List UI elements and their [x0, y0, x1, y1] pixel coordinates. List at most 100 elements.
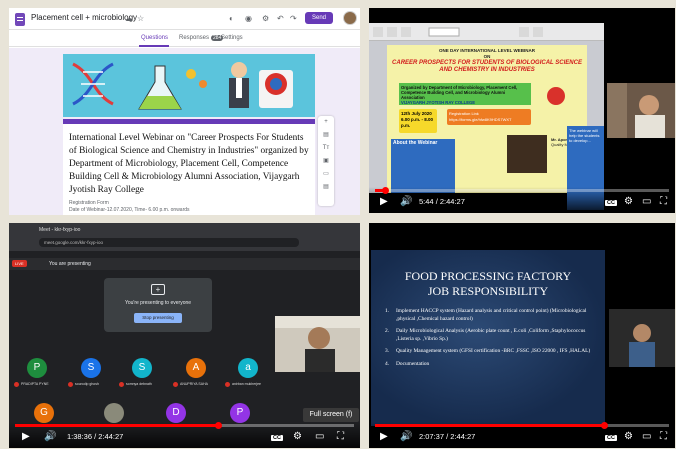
settings-gear-icon[interactable]: ⚙	[293, 431, 302, 442]
tab-responses[interactable]: Responses 284	[179, 35, 224, 41]
folder-icon[interactable]: ☁	[125, 14, 133, 23]
play-icon[interactable]: ▶	[22, 431, 30, 442]
list-item: 3. Quality Management system (GFSI certif…	[385, 348, 595, 356]
send-button[interactable]: Send	[305, 12, 333, 24]
pdf-date-box: 12th July 2020 6.00 p.m. - 8.00 p.m.	[399, 109, 437, 133]
browser-tab[interactable]: Meet - kkr-fxyp-ioo	[39, 227, 80, 236]
progress-handle[interactable]	[601, 422, 608, 429]
fullscreen-tooltip: Full screen (f)	[303, 408, 359, 422]
google-form-panel: Placement cell + microbiology ☁ ☆ ◐ ◉ ⚙ …	[9, 8, 360, 215]
miniplayer-icon[interactable]: ▭	[642, 431, 651, 442]
active-tab-indicator	[139, 45, 169, 47]
muted-mic-icon	[68, 382, 73, 387]
video-progress-bar[interactable]	[375, 187, 669, 194]
cc-icon[interactable]: CC	[605, 200, 617, 206]
pdf-reg-url: https://forms.gle/hfw8K9HDS7WXT	[449, 117, 512, 122]
presenter-webcam	[275, 316, 360, 372]
pdf-organizer-text: Organized by Department of Microbiology,…	[401, 85, 518, 100]
volume-icon[interactable]: 🔊	[400, 196, 412, 207]
slide-title: FOOD PROCESSING FACTORY JOB RESPONSIBILI…	[371, 269, 605, 299]
miniplayer-icon[interactable]: ▭	[315, 431, 324, 442]
form-body: International Level Webinar on "Career P…	[9, 48, 360, 215]
palette-icon[interactable]: ◐	[229, 14, 234, 23]
form-title[interactable]: Placement cell + microbiology	[31, 13, 137, 22]
cc-icon[interactable]: CC	[605, 435, 617, 441]
volume-icon[interactable]: 🔊	[400, 431, 412, 442]
responsibility-list: 1. Implement HACCP system (Hazard analysi…	[385, 308, 595, 373]
video-progress-bar[interactable]	[375, 422, 669, 429]
participant-name: sourodip ghosh	[75, 382, 99, 386]
undo-icon[interactable]: ↶	[277, 14, 284, 23]
meet-top-bar: LIVE You are presenting	[9, 258, 360, 270]
progress-handle[interactable]	[215, 422, 222, 429]
pdf-organizer: Organized by Department of Microbiology,…	[399, 83, 531, 105]
play-icon[interactable]: ▶	[380, 431, 388, 442]
slide-video-panel[interactable]: FOOD PROCESSING FACTORY JOB RESPONSIBILI…	[369, 223, 675, 448]
pdf-about-box: About the Webinar	[391, 139, 455, 193]
participant-avatar: G	[34, 403, 54, 423]
form-meta-line2: Date of Webinar-12.07.2020, Time- 6.00 p…	[69, 207, 190, 213]
tab-questions[interactable]: Questions	[141, 35, 168, 41]
form-side-toolbar: + ▤ Tт ▣ ▭ ▤	[318, 116, 334, 206]
volume-icon[interactable]: 🔊	[44, 431, 56, 442]
pdf-toolbar	[369, 23, 604, 41]
star-icon[interactable]: ☆	[137, 14, 144, 23]
tab-responses-label: Responses	[179, 35, 210, 41]
progress-fill	[375, 424, 604, 427]
import-questions-icon[interactable]: ▤	[318, 129, 334, 142]
fullscreen-icon[interactable]: ⛶	[660, 431, 667, 442]
add-video-icon[interactable]: ▭	[318, 168, 334, 181]
preview-icon[interactable]: ◉	[245, 14, 252, 23]
add-section-icon[interactable]: ▤	[318, 181, 334, 194]
progress-fill	[15, 424, 218, 427]
participant-avatar	[104, 403, 124, 423]
form-description[interactable]: Registration Form Date of Webinar-12.07.…	[69, 200, 190, 214]
time-current: 5:44	[419, 197, 434, 206]
video-progress-bar[interactable]	[15, 422, 354, 429]
presenter-image	[275, 316, 360, 372]
participant-avatar: a	[238, 358, 258, 378]
progress-handle[interactable]	[382, 187, 389, 194]
pdf-toolbar-icons	[373, 27, 543, 37]
participant-avatar: D	[166, 403, 186, 423]
add-question-icon[interactable]: +	[318, 116, 334, 129]
muted-mic-icon	[14, 382, 19, 387]
presenter-webcam	[609, 309, 675, 367]
presenter-image	[609, 309, 675, 367]
list-item-text: Quality Management system (GFSI certific…	[396, 348, 591, 354]
cc-icon[interactable]: CC	[271, 435, 283, 441]
settings-icon[interactable]: ⚙	[262, 14, 269, 23]
play-icon[interactable]: ▶	[380, 196, 388, 207]
miniplayer-icon[interactable]: ▭	[642, 196, 651, 207]
address-bar[interactable]: meet.google.com/kkr-fxyp-ioo	[39, 238, 299, 247]
participant-avatar: S	[132, 358, 152, 378]
pdf-registration-box: Registration Link https://forms.gle/hfw8…	[447, 109, 531, 125]
time-total: 2:44:27	[98, 432, 124, 441]
redo-icon[interactable]: ↷	[290, 14, 297, 23]
settings-gear-icon[interactable]: ⚙	[624, 431, 633, 442]
stop-presenting-button[interactable]: Stop presenting	[134, 313, 182, 323]
muted-mic-icon	[225, 382, 230, 387]
fullscreen-icon[interactable]: ⛶	[660, 196, 667, 207]
pdf-title: CAREER PROSPECTS FOR STUDENTS OF BIOLOGI…	[392, 60, 582, 73]
fullscreen-icon[interactable]: ⛶	[337, 431, 344, 442]
form-heading[interactable]: International Level Webinar on "Career P…	[69, 132, 309, 197]
video-time: 2:07:37 / 2:44:27	[419, 432, 476, 441]
form-description-card[interactable]: International Level Webinar on "Career P…	[63, 119, 315, 215]
participant-name: PRADIPTA PYNE	[21, 382, 49, 386]
list-item-text: Daily Microbiological Analysis (Aerobic …	[396, 328, 586, 342]
add-title-icon[interactable]: Tт	[318, 142, 334, 155]
settings-gear-icon[interactable]: ⚙	[624, 196, 633, 207]
presentation-slide: FOOD PROCESSING FACTORY JOB RESPONSIBILI…	[371, 250, 605, 426]
presenting-card: + You're presenting to everyone Stop pre…	[104, 278, 212, 332]
form-meta-line1: Registration Form	[69, 200, 109, 206]
tab-settings[interactable]: Settings	[221, 35, 243, 41]
browser-chrome: Meet - kkr-fxyp-ioo meet.google.com/kkr-…	[9, 223, 360, 251]
avatar[interactable]	[343, 11, 357, 25]
meet-video-panel[interactable]: Meet - kkr-fxyp-ioo meet.google.com/kkr-…	[9, 223, 360, 448]
list-item: 1. Implement HACCP system (Hazard analysi…	[385, 308, 595, 323]
participant-avatar: P	[27, 358, 47, 378]
add-image-icon[interactable]: ▣	[318, 155, 334, 168]
pdf-video-panel[interactable]: ONE DAY INTERNATIONAL LEVEL WEBINAR ON C…	[369, 8, 675, 213]
pdf-page: ONE DAY INTERNATIONAL LEVEL WEBINAR ON C…	[387, 45, 587, 193]
